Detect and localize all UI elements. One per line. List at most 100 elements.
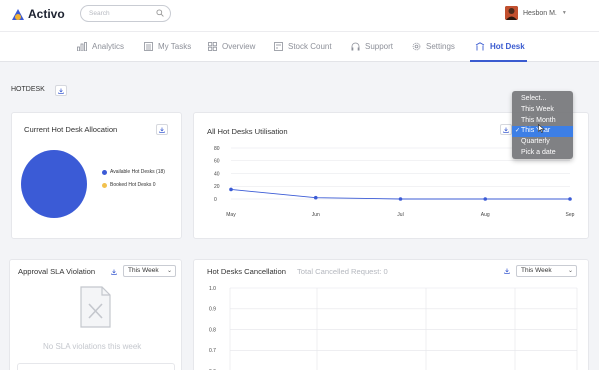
nav-label-support: Support <box>365 42 394 51</box>
data-point[interactable] <box>398 197 403 201</box>
headset-icon <box>351 42 360 51</box>
page-title: HOTDESK <box>11 86 45 93</box>
utilisation-export-button[interactable] <box>500 124 512 135</box>
sla-list-row <box>17 363 175 370</box>
y-tick-label: 40 <box>214 171 220 177</box>
legend-dot-available <box>102 169 107 175</box>
y-tick-label: 1.0 <box>209 286 216 292</box>
calculator-icon <box>274 42 283 51</box>
user-name: Hesbon M. <box>523 9 557 17</box>
y-tick-label: 0.9 <box>209 307 216 313</box>
chevron-down-icon: ▼ <box>561 10 567 16</box>
nav-label-my-tasks: My Tasks <box>158 42 192 51</box>
legend-dot-booked <box>102 182 107 188</box>
legend-item-available: Available Hot Desks (18) <box>102 169 165 175</box>
allocation-pie-chart <box>21 150 87 218</box>
x-tick-label: Sep <box>566 212 575 218</box>
download-icon <box>159 127 165 133</box>
legend-label-booked: Booked Hot Desks 0 <box>110 182 156 188</box>
dropdown-option-label: This Month <box>521 116 556 124</box>
app-name: Activo <box>28 7 65 21</box>
sla-title: Approval SLA Violation <box>18 267 96 276</box>
search-icon <box>156 9 164 19</box>
gear-icon <box>412 42 421 51</box>
list-icon <box>144 42 153 51</box>
bar-chart-icon <box>77 42 87 51</box>
grid-icon <box>208 42 217 51</box>
chevron-down-icon: ⌄ <box>567 268 573 274</box>
nav-label-stock-count: Stock Count <box>288 42 332 51</box>
download-icon <box>111 269 117 275</box>
download-icon <box>58 88 64 94</box>
y-tick-label: 80 <box>214 146 220 152</box>
x-tick-label: May <box>226 212 236 218</box>
nav-label-settings: Settings <box>426 42 455 51</box>
nav-item-settings[interactable]: Settings <box>412 42 455 51</box>
dropdown-option[interactable]: Quarterly <box>512 137 573 148</box>
cancellation-subtitle: Total Cancelled Request: 0 <box>297 267 388 276</box>
y-tick-label: 0 <box>214 197 217 203</box>
period-dropdown-menu: Select... This Week This Month ✓ This Year Qu… <box>512 91 573 159</box>
data-point[interactable] <box>229 187 233 192</box>
nav-item-support[interactable]: Support <box>351 42 393 51</box>
dropdown-option-label: This Week <box>521 105 554 113</box>
data-point[interactable] <box>313 195 318 200</box>
check-icon: ✓ <box>515 128 521 135</box>
mouse-cursor-icon <box>538 123 545 135</box>
search-input[interactable]: Search <box>80 5 171 22</box>
dropdown-option-label: Quarterly <box>521 138 550 146</box>
avatar <box>505 6 518 20</box>
hot-desk-icon <box>475 42 485 51</box>
sla-empty-message: No SLA violations this week <box>43 342 142 351</box>
dropdown-option-label: Select... <box>521 95 547 102</box>
y-tick-label: 60 <box>214 159 220 165</box>
legend-label-available: Available Hot Desks (18) <box>110 169 165 175</box>
sla-period-select[interactable]: This Week ⌄ <box>123 265 176 277</box>
active-tab-indicator <box>470 60 527 62</box>
main-nav: Analytics My Tasks Overview Stock Count … <box>0 31 599 62</box>
nav-item-analytics[interactable]: Analytics <box>77 42 124 51</box>
utilisation-title: All Hot Desks Utilisation <box>207 127 288 136</box>
dropdown-option[interactable]: This Week <box>512 105 573 116</box>
export-button[interactable] <box>55 85 67 96</box>
nav-label-analytics: Analytics <box>92 42 125 51</box>
pie-slice-available[interactable] <box>21 150 87 218</box>
allocation-export-button[interactable] <box>156 124 168 135</box>
cancellation-export-button[interactable] <box>501 265 513 276</box>
dropdown-option[interactable]: Pick a date <box>512 148 573 159</box>
dropdown-option-label: Pick a date <box>521 148 556 156</box>
download-icon <box>504 268 510 274</box>
sla-period-value: This Week <box>128 267 159 274</box>
legend-item-booked: Booked Hot Desks 0 <box>102 182 156 188</box>
nav-item-my-tasks[interactable]: My Tasks <box>144 42 191 51</box>
cancellation-line-chart: 1.00.90.80.70.6 <box>209 286 578 370</box>
nav-label-hot-desk: Hot Desk <box>490 42 525 51</box>
allocation-title: Current Hot Desk Allocation <box>24 125 118 134</box>
user-menu[interactable]: Hesbon M. ▼ <box>505 6 567 20</box>
download-icon <box>503 127 509 133</box>
sla-export-button[interactable] <box>108 266 120 277</box>
dropdown-option-label: This Year <box>521 127 551 135</box>
cancellation-title: Hot Desks Cancellation <box>207 267 286 276</box>
data-point[interactable] <box>483 197 488 201</box>
nav-item-overview[interactable]: Overview <box>208 42 255 51</box>
nav-item-stock-count[interactable]: Stock Count <box>274 42 332 51</box>
nav-label-overview: Overview <box>222 42 256 51</box>
x-tick-label: Jul <box>397 212 403 218</box>
y-tick-label: 0.7 <box>209 348 216 354</box>
y-tick-label: 0.8 <box>209 327 216 333</box>
allocation-card: Current Hot Desk Allocation Available Ho… <box>11 112 182 239</box>
cancellation-card: Hot Desks Cancellation Total Cancelled R… <box>193 259 589 370</box>
app-logo[interactable]: Activo <box>11 7 65 21</box>
data-point[interactable] <box>568 197 572 201</box>
dropdown-option[interactable]: Select... <box>512 94 573 105</box>
cancellation-period-select[interactable]: This Week ⌄ <box>516 265 577 277</box>
x-tick-label: Aug <box>481 212 490 218</box>
empty-document-icon <box>80 286 111 328</box>
activo-logo-icon <box>11 7 25 21</box>
sla-card: Approval SLA Violation This Week ⌄ No SL… <box>9 259 182 370</box>
search-placeholder: Search <box>89 9 110 17</box>
top-bar: Activo Search Hesbon M. ▼ <box>0 0 599 31</box>
nav-item-hot-desk[interactable]: Hot Desk <box>475 42 525 51</box>
x-tick-label: Jun <box>312 212 320 218</box>
